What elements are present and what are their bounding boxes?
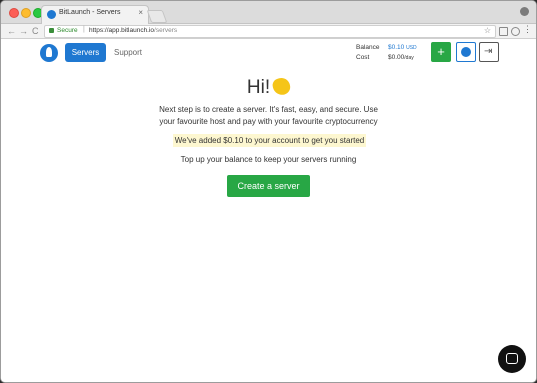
extension-icon[interactable] bbox=[499, 27, 508, 36]
servers-nav-button[interactable]: Servers bbox=[65, 43, 106, 62]
balance-unit: USD bbox=[406, 45, 417, 51]
close-window-button[interactable] bbox=[9, 8, 19, 18]
avatar-circle-icon bbox=[461, 47, 471, 57]
url-path: /servers bbox=[154, 27, 178, 34]
url-host: https://app.bitlaunch.io bbox=[89, 27, 155, 34]
add-button[interactable]: + bbox=[431, 42, 451, 62]
page-content: Servers Support Balance Cost $0.10 USD $… bbox=[1, 39, 536, 382]
tab-title: BitLaunch - Servers bbox=[59, 9, 121, 16]
new-tab-button[interactable] bbox=[146, 10, 168, 23]
address-bar[interactable]: Secure | https://app.bitlaunch.io/server… bbox=[44, 25, 496, 38]
balance-amount: $0.10 bbox=[388, 44, 405, 51]
forward-button[interactable]: → bbox=[19, 25, 28, 37]
waving-hand-icon bbox=[271, 76, 293, 97]
extension-icon-2[interactable] bbox=[511, 27, 520, 36]
support-nav-link[interactable]: Support bbox=[114, 48, 142, 57]
rocket-shape bbox=[46, 47, 52, 57]
browser-toolbar: ← → C Secure | https://app.bitlaunch.io/… bbox=[1, 24, 536, 39]
favicon-icon bbox=[47, 10, 56, 19]
browser-tab[interactable]: BitLaunch - Servers × bbox=[41, 5, 149, 24]
create-server-button[interactable]: Create a server bbox=[227, 175, 310, 197]
credit-notice: We've added $0.10 to your account to get… bbox=[173, 134, 366, 147]
lock-icon bbox=[49, 28, 54, 33]
title-bar: BitLaunch - Servers × bbox=[1, 1, 536, 24]
bookmark-star-icon[interactable]: ☆ bbox=[484, 26, 491, 35]
cost-amount: $0.00 bbox=[388, 54, 405, 61]
topup-text: Top up your balance to keep your servers… bbox=[180, 155, 357, 164]
balance-value: $0.10 USD bbox=[388, 44, 417, 51]
intro-line-2: your favourite host and pay with your fa… bbox=[159, 117, 378, 126]
reload-button[interactable]: C bbox=[32, 25, 39, 37]
cost-value: $0.00/day bbox=[388, 54, 414, 61]
account-button[interactable] bbox=[456, 42, 476, 62]
chat-icon bbox=[506, 353, 518, 364]
greeting-heading: Hi! bbox=[1, 76, 536, 99]
back-button[interactable]: ← bbox=[7, 25, 16, 37]
rocket-logo-icon[interactable] bbox=[40, 44, 58, 62]
browser-menu-icon[interactable]: ⋮ bbox=[523, 24, 532, 35]
minimize-window-button[interactable] bbox=[21, 8, 31, 18]
url-separator: | bbox=[83, 26, 85, 33]
url-text: https://app.bitlaunch.io/servers bbox=[89, 27, 177, 34]
tab-close-icon[interactable]: × bbox=[138, 8, 143, 17]
secure-label: Secure bbox=[57, 27, 78, 34]
browser-window: BitLaunch - Servers × ← → C Secure | htt… bbox=[0, 0, 537, 383]
logout-button[interactable]: ⇥ bbox=[479, 42, 499, 62]
intro-line-1: Next step is to create a server. It's fa… bbox=[159, 105, 378, 114]
balance-label: Balance bbox=[356, 44, 380, 51]
chat-launcher-button[interactable] bbox=[498, 345, 526, 373]
cost-label: Cost bbox=[356, 54, 370, 61]
profile-icon[interactable] bbox=[520, 7, 529, 16]
cost-unit: /day bbox=[404, 55, 414, 61]
logout-icon: ⇥ bbox=[484, 46, 493, 57]
greeting-text: Hi! bbox=[246, 77, 271, 98]
